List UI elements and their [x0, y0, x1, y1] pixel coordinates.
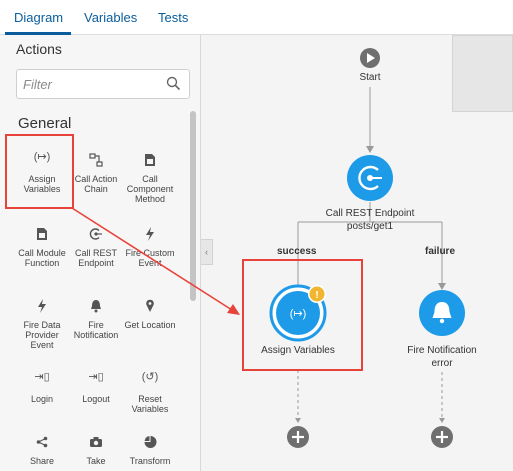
tab-tests[interactable]: Tests: [158, 10, 188, 25]
action-call-component-method[interactable]: Call Component Method: [122, 152, 178, 204]
action-label: Take: [86, 456, 106, 466]
action-label: Fire Notification: [73, 320, 119, 340]
action-transform[interactable]: Transform: [122, 434, 178, 466]
reset-icon: (↺): [141, 371, 159, 383]
camera-icon: [90, 437, 102, 447]
actions-panel-title: Actions: [16, 41, 62, 57]
filter-input[interactable]: [23, 75, 163, 93]
logout-icon: ⇥▯: [88, 371, 104, 383]
action-login[interactable]: ⇥▯ Login: [14, 371, 70, 405]
action-label: Share: [29, 456, 55, 466]
action-fire-custom-event[interactable]: Fire Custom Event: [122, 226, 178, 268]
action-label: Login: [30, 394, 54, 404]
action-label: Fire Custom Event: [125, 248, 175, 268]
highlight-box-diagram: [242, 259, 363, 371]
action-fire-data-provider-event[interactable]: Fire Data Provider Event: [14, 298, 70, 350]
rest-node-label: Call REST Endpoint: [325, 208, 415, 219]
action-label: Transform: [129, 456, 171, 466]
diagram-minimap[interactable]: [452, 35, 513, 112]
lightning-icon: [146, 227, 154, 241]
tab-bar: Diagram Variables Tests: [0, 0, 513, 35]
action-fire-notification[interactable]: Fire Notification: [68, 298, 124, 340]
pie-icon: [144, 436, 156, 448]
action-chain-icon: [89, 153, 103, 167]
action-label: Logout: [82, 394, 110, 404]
highlight-box-palette: [5, 134, 74, 209]
component-icon: [145, 154, 155, 166]
rest-icon: [89, 228, 102, 240]
search-icon[interactable]: [166, 76, 181, 91]
action-call-rest-endpoint[interactable]: Call REST Endpoint: [68, 226, 124, 268]
panel-scrollbar[interactable]: [190, 111, 196, 301]
action-label: Call Action Chain: [74, 174, 118, 194]
action-share[interactable]: Share: [14, 434, 70, 466]
action-label: Reset Variables: [131, 394, 169, 414]
start-label: Start: [359, 72, 381, 83]
chevron-left-icon: ‹: [205, 247, 208, 257]
action-label: Fire Data Provider Event: [23, 320, 61, 350]
action-take-photo[interactable]: Take: [68, 434, 124, 466]
notify-node-label: Fire Notification: [407, 345, 477, 356]
group-title-general: General: [18, 115, 72, 132]
action-label: Call Module Function: [18, 248, 66, 268]
location-icon: [146, 299, 154, 312]
filter-box: [16, 69, 190, 99]
action-get-location[interactable]: Get Location: [122, 298, 178, 330]
failure-branch-label: failure: [425, 246, 456, 257]
success-branch-label: success: [277, 246, 317, 257]
bell-icon: [91, 300, 101, 313]
tab-variables[interactable]: Variables: [84, 10, 137, 25]
action-call-action-chain[interactable]: Call Action Chain: [68, 152, 124, 194]
module-icon: [37, 228, 47, 240]
action-logout[interactable]: ⇥▯ Logout: [68, 371, 124, 405]
tab-diagram[interactable]: Diagram: [14, 10, 63, 25]
action-call-module-function[interactable]: Call Module Function: [14, 226, 70, 268]
notify-node-sublabel: error: [431, 358, 453, 369]
action-label: Get Location: [124, 320, 176, 330]
rest-node-sublabel: posts/get1: [346, 221, 394, 232]
action-reset-variables[interactable]: (↺) Reset Variables: [122, 371, 178, 415]
action-label: Call REST Endpoint: [74, 248, 117, 268]
share-icon: [36, 436, 48, 448]
lightning-icon: [38, 299, 46, 313]
collapse-panel-button[interactable]: ‹: [201, 239, 213, 265]
login-icon: ⇥▯: [34, 371, 50, 383]
action-label: Call Component Method: [126, 174, 174, 204]
